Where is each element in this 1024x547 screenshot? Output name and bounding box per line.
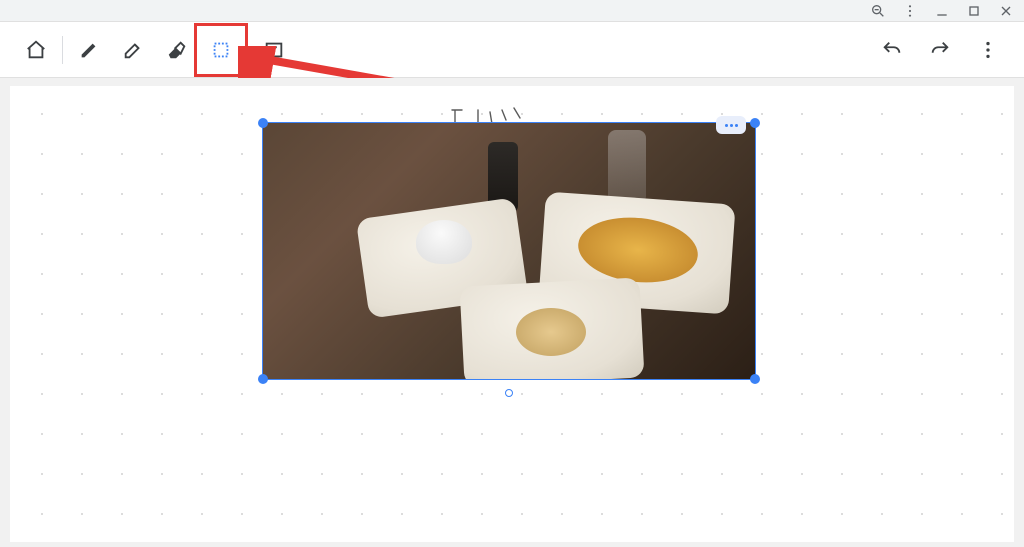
toolbar (0, 22, 1024, 78)
toolbar-separator (62, 36, 63, 64)
eraser-tool[interactable] (155, 28, 199, 72)
canvas-page[interactable] (10, 86, 1014, 542)
annotation-highlight-box (194, 23, 248, 77)
home-button[interactable] (14, 28, 58, 72)
resize-handle-bl[interactable] (258, 374, 268, 384)
undo-button[interactable] (870, 28, 914, 72)
zoom-out-icon[interactable] (868, 1, 888, 21)
window-close-button[interactable] (996, 1, 1016, 21)
canvas-area[interactable] (0, 78, 1024, 547)
ellipsis-icon (725, 124, 738, 127)
rotate-handle[interactable] (505, 389, 513, 397)
more-options-button[interactable] (966, 28, 1010, 72)
redo-button[interactable] (918, 28, 962, 72)
image-context-menu-button[interactable] (716, 116, 746, 134)
resize-handle-tr[interactable] (750, 118, 760, 128)
window-minimize-button[interactable] (932, 1, 952, 21)
highlighter-tool[interactable] (111, 28, 155, 72)
window-menu-icon[interactable] (900, 1, 920, 21)
resize-handle-tl[interactable] (258, 118, 268, 128)
resize-handle-br[interactable] (750, 374, 760, 384)
selection-tool[interactable] (199, 28, 243, 72)
insert-text-tool[interactable] (252, 28, 296, 72)
window-maximize-button[interactable] (964, 1, 984, 21)
selection-frame (262, 122, 756, 380)
window-titlebar (0, 0, 1024, 22)
pen-tool[interactable] (67, 28, 111, 72)
inserted-image[interactable] (262, 122, 756, 380)
